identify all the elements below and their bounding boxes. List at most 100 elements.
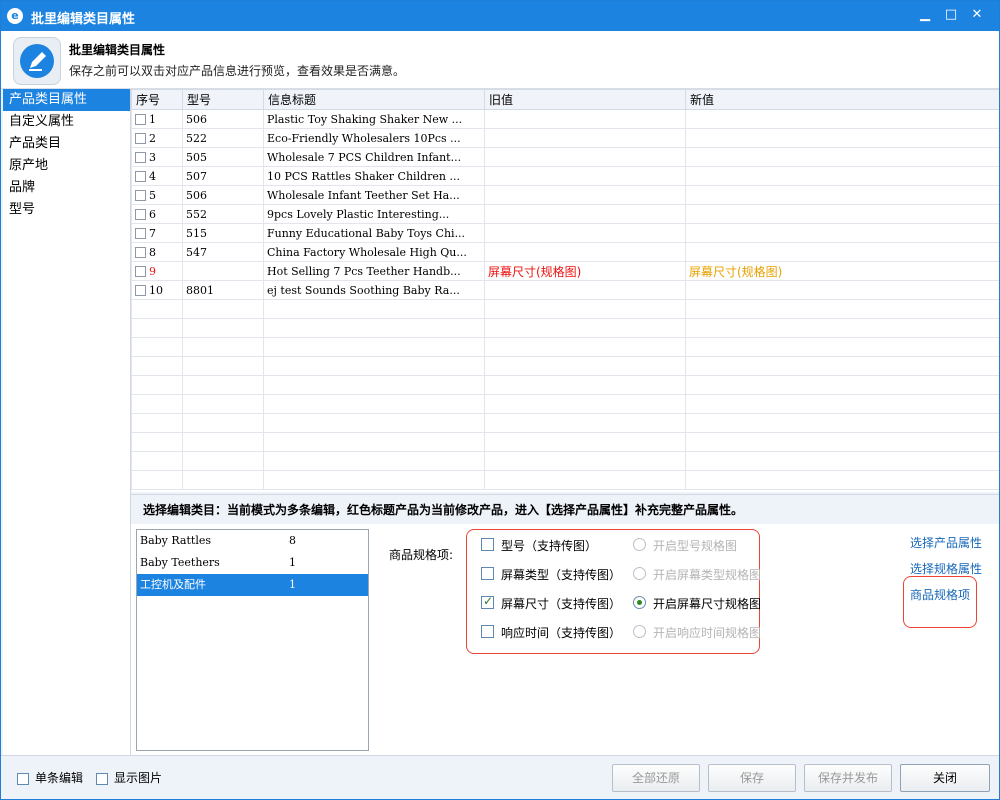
close-icon[interactable]: ✕ <box>967 6 987 24</box>
row-checkbox[interactable] <box>135 114 146 125</box>
table-row[interactable]: 9 Hot Selling 7 Pcs Teether Handb... 屏幕尺寸(… <box>131 261 999 281</box>
row-new-value <box>685 166 999 186</box>
spec-option-label: 屏幕类型（支持传图） <box>501 568 622 582</box>
checkbox-box[interactable] <box>96 772 108 785</box>
col-header-title[interactable]: 信息标题 <box>263 89 485 110</box>
sidebar-item-category-attributes[interactable]: 产品类目属性 <box>3 89 130 111</box>
row-no-cell[interactable]: 5 <box>131 185 183 205</box>
row-no-cell[interactable]: 2 <box>131 128 183 148</box>
row-no-cell[interactable]: 8 <box>131 242 183 262</box>
spec-label: 商品规格项: <box>389 548 454 562</box>
row-no-cell[interactable]: 1 <box>131 109 183 129</box>
empty-cell <box>484 337 686 357</box>
row-old-value <box>484 166 686 186</box>
minimize-icon[interactable]: ▁ <box>915 6 935 24</box>
table-row[interactable]: 7 515 Funny Educational Baby Toys Chi... <box>131 223 999 243</box>
spec-radio-model-image[interactable] <box>633 538 646 551</box>
sidebar-item-brand[interactable]: 品牌 <box>3 177 130 199</box>
col-header-new-value[interactable]: 新值 <box>685 89 999 110</box>
maximize-icon[interactable]: □ <box>941 6 961 24</box>
sidebar: 产品类目属性 自定义属性 产品类目 原产地 品牌 型号 <box>3 89 131 755</box>
row-model: 522 <box>182 128 264 148</box>
row-checkbox[interactable] <box>135 152 146 163</box>
spec-option-label: 响应时间（支持传图） <box>501 626 622 640</box>
row-no-cell[interactable]: 4 <box>131 166 183 186</box>
empty-cell <box>131 318 183 338</box>
single-edit-checkbox[interactable]: 单条编辑 <box>17 769 83 786</box>
table-row[interactable]: 8 547 China Factory Wholesale High Qu... <box>131 242 999 262</box>
product-grid: 序号 型号 信息标题 旧值 新值 1 506 Plastic Toy Shaking… <box>131 89 999 492</box>
row-model: 8801 <box>182 280 264 300</box>
spec-checkbox-model[interactable] <box>481 538 494 551</box>
col-header-old-value[interactable]: 旧值 <box>484 89 686 110</box>
empty-cell <box>182 318 264 338</box>
empty-cell <box>484 375 686 395</box>
list-item-selected[interactable]: 工控机及配件 1 <box>137 574 368 596</box>
table-row[interactable]: 10 8801 ej test Sounds Soothing Baby Ra... <box>131 280 999 300</box>
row-checkbox[interactable] <box>135 266 146 277</box>
row-checkbox[interactable] <box>135 190 146 201</box>
list-item[interactable]: Baby Rattles 8 <box>137 530 368 552</box>
checkbox-box[interactable] <box>17 772 29 785</box>
row-checkbox[interactable] <box>135 228 146 239</box>
table-row[interactable]: 5 506 Wholesale Infant Teether Set Ha... <box>131 185 999 205</box>
row-checkbox[interactable] <box>135 133 146 144</box>
spec-items-link[interactable]: 商品规格项 <box>910 586 970 603</box>
empty-cell <box>263 375 485 395</box>
spec-checkbox-response-time[interactable] <box>481 625 494 638</box>
row-model: 515 <box>182 223 264 243</box>
category-name: 工控机及配件 <box>140 578 206 591</box>
spec-radio-screen-type-image[interactable] <box>633 567 646 580</box>
empty-cell <box>685 375 999 395</box>
table-row[interactable]: 6 552 9pcs Lovely Plastic Interesting... <box>131 204 999 224</box>
empty-cell <box>131 413 183 433</box>
table-row[interactable]: 2 522 Eco-Friendly Wholesalers 10Pcs ... <box>131 128 999 148</box>
empty-cell <box>182 470 264 490</box>
col-header-no[interactable]: 序号 <box>131 89 183 110</box>
dialog-header: 批里编辑类目属性 保存之前可以双击对应产品信息进行预览，查看效果是否满意。 <box>1 31 999 89</box>
row-checkbox[interactable] <box>135 171 146 182</box>
empty-cell <box>131 375 183 395</box>
empty-cell <box>685 432 999 452</box>
row-checkbox[interactable] <box>135 247 146 258</box>
row-no-cell[interactable]: 9 <box>131 261 183 281</box>
row-title: Hot Selling 7 Pcs Teether Handb... <box>263 261 485 281</box>
save-publish-button[interactable]: 保存并发布 <box>804 764 892 792</box>
edit-hint: 选择编辑类目：当前模式为多条编辑，红色标题产品为当前修改产品，进入【选择产品属性… <box>131 494 999 524</box>
sidebar-item-origin[interactable]: 原产地 <box>3 155 130 177</box>
row-checkbox[interactable] <box>135 285 146 296</box>
spec-checkbox-screen-size[interactable] <box>481 594 494 609</box>
select-product-attr-link[interactable]: 选择产品属性 <box>910 534 982 551</box>
show-images-checkbox[interactable]: 显示图片 <box>96 769 162 786</box>
row-new-value <box>685 223 999 243</box>
select-spec-attr-link[interactable]: 选择规格属性 <box>910 560 982 577</box>
empty-row <box>131 318 999 338</box>
spec-radio-screen-size-image[interactable] <box>633 596 646 609</box>
sidebar-item-model[interactable]: 型号 <box>3 199 130 221</box>
row-no-cell[interactable]: 10 <box>131 280 183 300</box>
sidebar-item-product-category[interactable]: 产品类目 <box>3 133 130 155</box>
table-row[interactable]: 3 505 Wholesale 7 PCS Children Infant... <box>131 147 999 167</box>
row-new-value <box>685 185 999 205</box>
close-button[interactable]: 关闭 <box>900 764 990 792</box>
row-no-cell[interactable]: 7 <box>131 223 183 243</box>
table-row[interactable]: 4 507 10 PCS Rattles Shaker Children ... <box>131 166 999 186</box>
spec-radio-response-time-image[interactable] <box>633 625 646 638</box>
sidebar-item-custom-attributes[interactable]: 自定义属性 <box>3 111 130 133</box>
col-header-model[interactable]: 型号 <box>182 89 264 110</box>
row-no: 4 <box>149 169 156 183</box>
spec-checkbox-screen-type[interactable] <box>481 567 494 580</box>
title-bar: e 批里编辑类目属性 ▁ □ ✕ <box>1 1 999 31</box>
row-no: 10 <box>149 283 163 297</box>
table-row[interactable]: 1 506 Plastic Toy Shaking Shaker New ... <box>131 109 999 129</box>
row-title: 10 PCS Rattles Shaker Children ... <box>263 166 485 186</box>
row-new-value <box>685 204 999 224</box>
list-item[interactable]: Baby Teethers 1 <box>137 552 368 574</box>
row-no-cell[interactable]: 6 <box>131 204 183 224</box>
row-model: 506 <box>182 109 264 129</box>
save-button[interactable]: 保存 <box>708 764 796 792</box>
row-no-cell[interactable]: 3 <box>131 147 183 167</box>
row-checkbox[interactable] <box>135 209 146 220</box>
restore-all-button[interactable]: 全部还原 <box>612 764 700 792</box>
empty-cell <box>484 318 686 338</box>
